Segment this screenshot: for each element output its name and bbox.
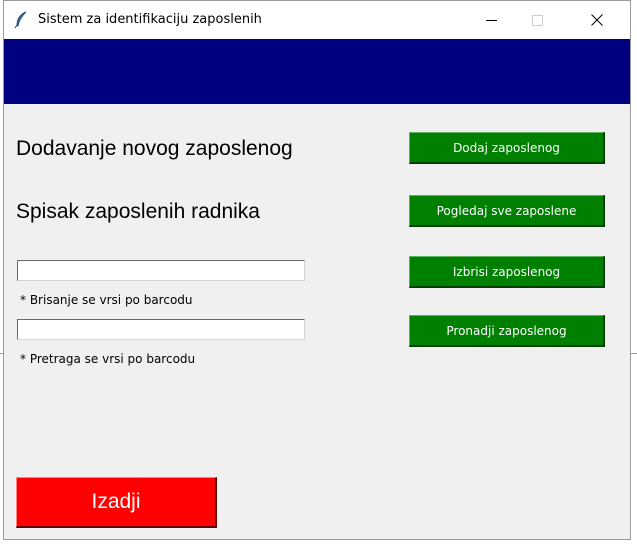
minimize-button[interactable] xyxy=(468,1,514,39)
search-barcode-input[interactable] xyxy=(17,319,305,340)
view-all-employees-button[interactable]: Pogledaj sve zaposlene xyxy=(409,195,605,227)
delete-hint: * Brisanje se vrsi po barcodu xyxy=(20,293,193,307)
app-window: Sistem za identifikaciju zaposlenih Doda… xyxy=(3,0,631,540)
maximize-button[interactable] xyxy=(514,1,560,39)
add-employee-button[interactable]: Dodaj zaposlenog xyxy=(409,132,605,164)
heading-employee-list: Spisak zaposlenih radnika xyxy=(16,200,260,223)
close-icon xyxy=(591,11,603,30)
delete-barcode-input[interactable] xyxy=(17,260,305,281)
close-button[interactable] xyxy=(574,1,620,39)
exit-button[interactable]: Izadji xyxy=(16,477,217,528)
title-bar[interactable]: Sistem za identifikaciju zaposlenih xyxy=(4,1,630,39)
delete-employee-button[interactable]: Izbrisi zaposlenog xyxy=(409,256,605,288)
search-hint: * Pretraga se vrsi po barcodu xyxy=(20,352,196,366)
find-employee-button[interactable]: Pronadji zaposlenog xyxy=(409,315,605,347)
window-title: Sistem za identifikaciju zaposlenih xyxy=(38,12,262,27)
header-band xyxy=(4,39,630,104)
heading-add-employee: Dodavanje novog zaposlenog xyxy=(16,137,293,160)
feather-icon xyxy=(14,11,30,29)
maximize-icon xyxy=(531,11,543,30)
background-divider-right xyxy=(631,353,637,354)
minimize-icon xyxy=(485,11,497,30)
